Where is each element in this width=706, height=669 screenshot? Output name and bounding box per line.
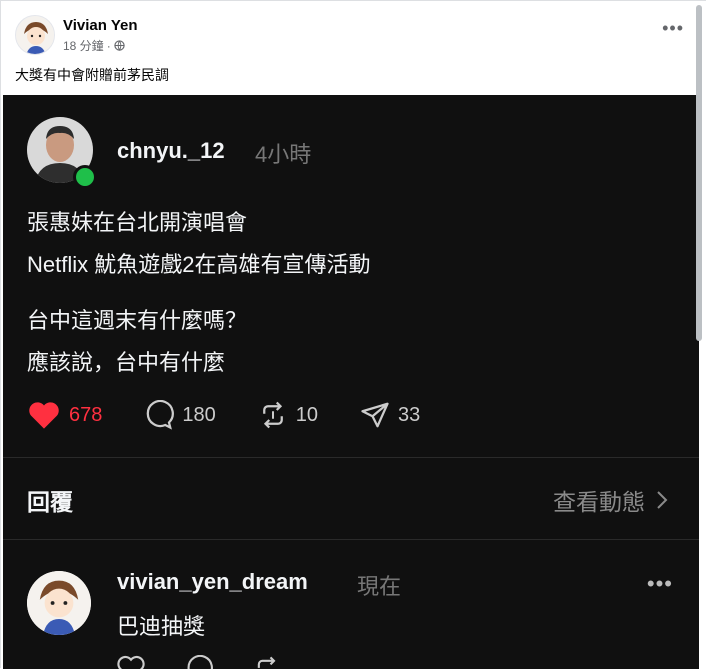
- like-count: 678: [69, 403, 103, 426]
- chevron-right-icon: [657, 491, 668, 509]
- replies-title: 回覆: [27, 489, 73, 515]
- reply-username: vivian_yen_dream: [117, 569, 308, 594]
- threads-username: chnyu._12: [117, 138, 225, 163]
- share-count: 33: [398, 403, 421, 426]
- threads-body-line: 張惠妹在台北開演唱會: [27, 210, 248, 235]
- threads-body-line: Netflix 魷魚遊戲2在高雄有宣傳活動: [27, 252, 371, 277]
- share-action: 33: [360, 400, 420, 430]
- post-time[interactable]: 18 分鐘: [63, 37, 104, 54]
- post-text: 大獎有中會附贈前茅民調: [15, 67, 169, 83]
- scrollbar[interactable]: [696, 5, 702, 341]
- threads-body-line: 台中這週末有什麼嗎？: [27, 308, 248, 333]
- heart-outline-icon: [117, 655, 145, 669]
- cartoon-avatar-icon: [16, 16, 54, 54]
- more-dots-icon[interactable]: •••: [662, 19, 684, 37]
- divider: [3, 457, 699, 458]
- view-activity-link: 查看動態: [553, 483, 669, 517]
- threads-body-line: 應該說，台中有什麼: [27, 350, 226, 375]
- facebook-post-card: Vivian Yen 18 分鐘 · ••• 大獎有中會附贈前茅民調 chnyu…: [0, 0, 706, 669]
- reply-action-bar: [117, 655, 281, 669]
- post-meta: 18 分鐘 ·: [63, 37, 125, 54]
- threads-time: 4小時: [255, 142, 312, 167]
- comment-icon: [147, 400, 175, 430]
- like-action: 678: [27, 400, 102, 430]
- globe-icon[interactable]: [114, 40, 125, 51]
- threads-screenshot-image: chnyu._12 4小時 張惠妹在台北開演唱會 Netflix 魷魚遊戲2在高…: [3, 95, 699, 669]
- online-status-dot: [73, 165, 97, 189]
- comment-action: 180: [144, 400, 216, 430]
- send-icon: [361, 402, 389, 428]
- repost-icon: [262, 401, 283, 429]
- repost-count: 10: [295, 403, 318, 426]
- divider: [3, 539, 699, 540]
- cartoon-avatar-icon: [27, 571, 91, 635]
- view-activity-label: 查看動態: [553, 489, 645, 515]
- reply-body: 巴迪抽獎: [117, 614, 206, 639]
- author-name[interactable]: Vivian Yen: [63, 17, 138, 34]
- author-avatar[interactable]: [15, 15, 55, 55]
- heart-icon: [29, 402, 59, 429]
- comment-count: 180: [182, 403, 216, 426]
- threads-action-bar: 678 180 10 33: [27, 395, 462, 435]
- repost-icon: [257, 656, 276, 668]
- meta-separator: ·: [106, 38, 111, 53]
- comment-icon: [187, 655, 213, 669]
- reply-time: 現在: [357, 574, 402, 599]
- repost-action: 10: [258, 400, 318, 430]
- reply-avatar: [27, 571, 91, 635]
- more-dots-icon: •••: [646, 571, 673, 596]
